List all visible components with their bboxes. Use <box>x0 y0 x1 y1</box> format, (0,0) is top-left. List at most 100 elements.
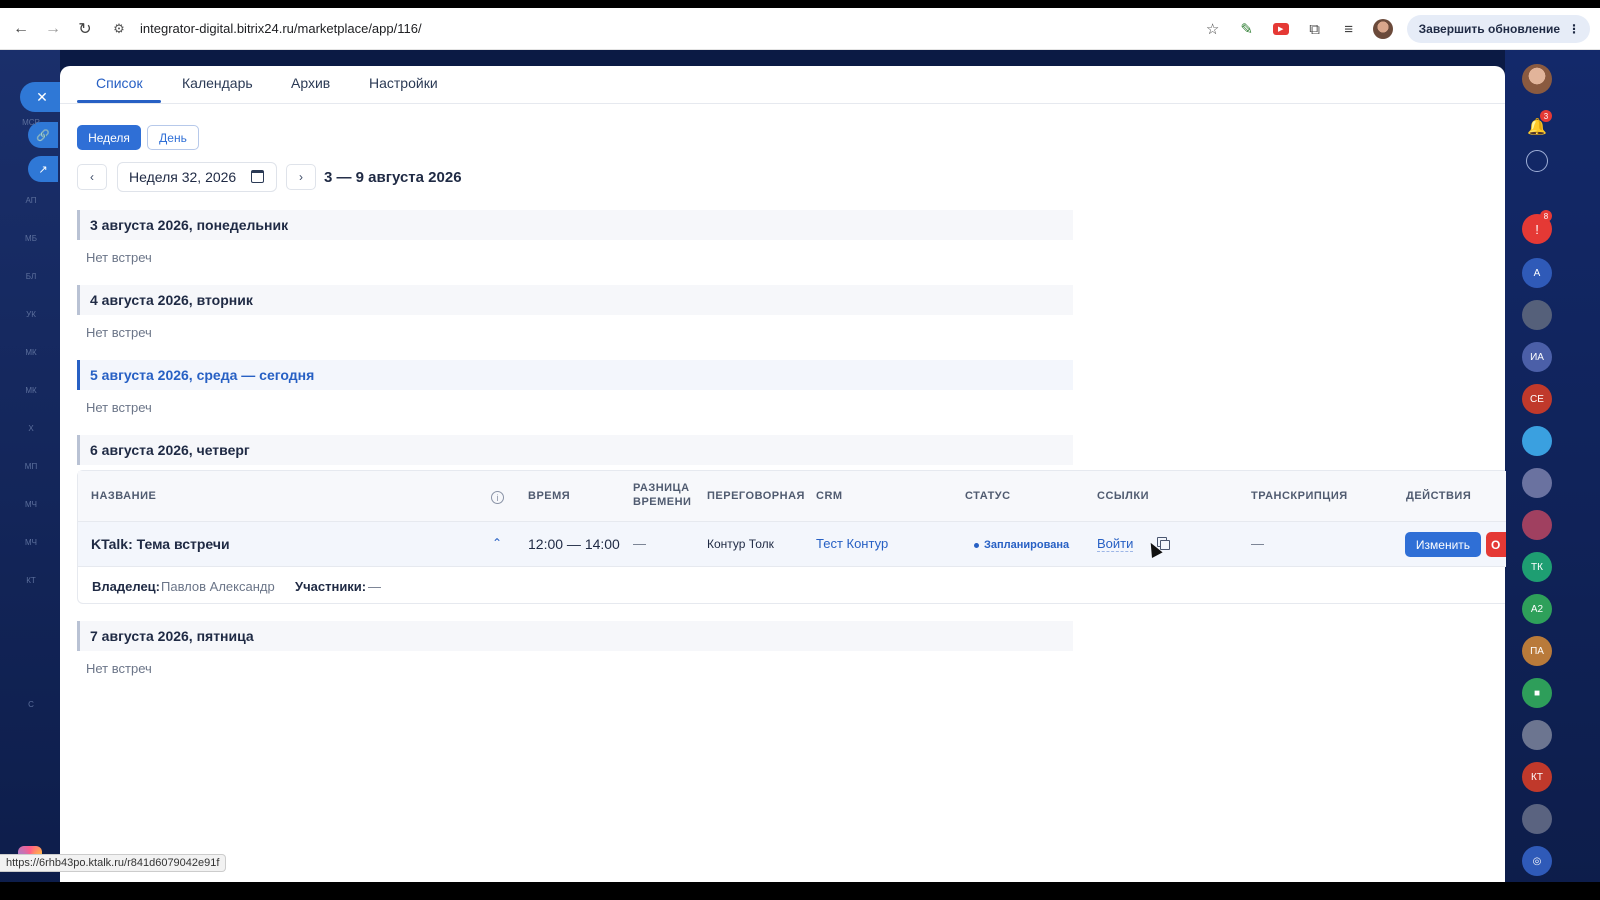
tab-settings[interactable]: Настройки <box>369 75 438 91</box>
info-icon[interactable]: i <box>491 491 504 504</box>
day-view-button[interactable]: День <box>147 125 199 150</box>
contact-avatar[interactable] <box>1522 426 1552 456</box>
tab-bar: Список Календарь Архив Настройки <box>60 66 1505 104</box>
column-time-diff: РАЗНИЦА ВРЕМЕНИ <box>633 481 691 509</box>
sidebar-item[interactable]: УК <box>22 310 40 324</box>
search-icon[interactable] <box>1526 150 1548 172</box>
meeting-title[interactable]: KTalk: Тема встречи <box>91 536 230 552</box>
day-header: 4 августа 2026, вторник <box>77 285 1073 315</box>
status-text: Запланирована <box>984 539 1070 551</box>
column-name: НАЗВАНИЕ <box>91 490 157 502</box>
finish-update-button[interactable]: Завершить обновление ⋮ <box>1406 15 1590 43</box>
tab-archive[interactable]: Архив <box>291 75 330 91</box>
no-meetings-text: Нет встреч <box>86 325 152 340</box>
contact-avatar[interactable] <box>1522 804 1552 834</box>
participants-value: — <box>368 579 381 594</box>
contact-avatar[interactable]: СЕ <box>1522 384 1552 414</box>
back-icon[interactable]: ← <box>10 18 32 40</box>
video-call-icon[interactable]: ■ <box>1522 678 1552 708</box>
sidebar-item[interactable]: МП <box>22 462 40 476</box>
meeting-details: Владелец: Павлов Александр Участники: — <box>78 567 1506 605</box>
day-header: 6 августа 2026, четверг <box>77 435 1073 465</box>
sidebar-item[interactable]: Х <box>22 424 40 438</box>
address-bar[interactable]: ⚙ integrator-digital.bitrix24.ru/marketp… <box>110 14 1190 44</box>
week-picker-value: Неделя 32, 2026 <box>129 169 237 185</box>
status-dot <box>974 542 979 548</box>
crm-link[interactable]: Тест Контур <box>816 536 888 551</box>
sidebar-item[interactable]: МБ <box>22 234 40 248</box>
contact-avatar[interactable]: А <box>1522 258 1552 288</box>
day-header: 7 августа 2026, пятница <box>77 621 1073 651</box>
close-slider-icon[interactable]: ✕ <box>20 82 64 112</box>
no-meetings-text: Нет встреч <box>86 400 152 415</box>
user-avatar[interactable] <box>1522 64 1552 94</box>
reload-icon[interactable]: ↻ <box>74 18 96 40</box>
chat-badge: 8 <box>1540 210 1552 222</box>
open-external-icon[interactable]: ↗ <box>28 156 58 182</box>
join-link[interactable]: Войти <box>1097 536 1134 552</box>
contact-avatar[interactable]: ИА <box>1522 342 1552 372</box>
week-view-button[interactable]: Неделя <box>77 125 141 150</box>
owner-label: Владелец: <box>92 579 160 594</box>
sidebar-item[interactable]: КТ <box>22 576 40 590</box>
browser-profile-avatar[interactable] <box>1372 19 1393 39</box>
sidebar-item[interactable]: АП <box>22 196 40 210</box>
active-tab-indicator <box>77 100 161 103</box>
contact-avatar[interactable]: КТ <box>1522 762 1552 792</box>
chevron-up-icon[interactable]: ⌃ <box>492 536 502 550</box>
contact-avatar[interactable] <box>1522 300 1552 330</box>
contact-avatar[interactable]: ТК <box>1522 552 1552 582</box>
meeting-time: 12:00 — 14:00 <box>528 536 620 552</box>
next-week-button[interactable]: › <box>286 164 316 190</box>
browser-actions: ☆ ✎ ▶ ⧉ ≡ Завершить обновление ⋮ <box>1203 8 1590 50</box>
contact-avatar[interactable]: А2 <box>1522 594 1552 624</box>
participants-label: Участники: <box>295 579 367 594</box>
no-meetings-text: Нет встреч <box>86 661 152 676</box>
bottom-strip <box>0 882 1600 900</box>
contact-avatar[interactable] <box>1522 468 1552 498</box>
forward-icon[interactable]: → <box>42 18 64 40</box>
top-strip <box>0 0 1600 8</box>
column-transcript: ТРАНСКРИПЦИЯ <box>1251 490 1348 502</box>
sidebar-item[interactable]: МК <box>22 348 40 362</box>
meeting-room: Контур Толк <box>707 537 774 551</box>
table-header: НАЗВАНИЕ i ВРЕМЯ РАЗНИЦА ВРЕМЕНИ ПЕРЕГОВ… <box>78 471 1506 522</box>
sidebar-item[interactable]: С <box>22 700 40 714</box>
column-status: СТАТУС <box>965 490 1011 502</box>
prev-week-button[interactable]: ‹ <box>77 164 107 190</box>
sidebar-item[interactable]: БЛ <box>22 272 40 286</box>
contact-avatar[interactable]: ПА <box>1522 636 1552 666</box>
meetings-table: НАЗВАНИЕ i ВРЕМЯ РАЗНИЦА ВРЕМЕНИ ПЕРЕГОВ… <box>77 470 1506 605</box>
edit-button[interactable]: Изменить <box>1405 532 1481 557</box>
tab-calendar[interactable]: Календарь <box>182 75 253 91</box>
sidebar-item[interactable]: МК <box>22 386 40 400</box>
url-text[interactable]: integrator-digital.bitrix24.ru/marketpla… <box>140 21 422 36</box>
week-picker-input[interactable]: Неделя 32, 2026 <box>117 162 277 192</box>
week-range: 3 — 9 августа 2026 <box>324 169 462 186</box>
tab-list[interactable]: Список <box>96 75 143 91</box>
column-time: ВРЕМЯ <box>528 490 571 502</box>
extensions-puzzle-icon[interactable]: ⧉ <box>1305 19 1325 39</box>
media-controls-icon[interactable]: ≡ <box>1339 19 1359 39</box>
site-settings-icon[interactable]: ⚙ <box>110 20 128 38</box>
sidebar-item[interactable]: МСР <box>22 118 40 132</box>
kebab-menu-icon: ⋮ <box>1568 22 1580 36</box>
meeting-time-diff: — <box>633 536 646 551</box>
day-header: 3 августа 2026, понедельник <box>77 210 1073 240</box>
pen-extension-icon[interactable]: ✎ <box>1237 19 1257 39</box>
contact-avatar[interactable] <box>1522 720 1552 750</box>
copilot-icon[interactable]: ◎ <box>1522 846 1552 876</box>
column-time-diff-line2: ВРЕМЕНИ <box>633 496 692 508</box>
contact-avatar[interactable] <box>1522 510 1552 540</box>
table-row[interactable]: KTalk: Тема встречи ⌃ 12:00 — 14:00 — Ко… <box>78 522 1506 567</box>
calendar-icon[interactable] <box>251 170 264 183</box>
owner-name: Павлов Александр <box>161 579 275 594</box>
youtube-extension-icon[interactable]: ▶ <box>1271 19 1291 39</box>
cancel-meeting-button[interactable]: О <box>1486 532 1506 557</box>
right-sidebar <box>1505 50 1600 900</box>
column-links: ССЫЛКИ <box>1097 490 1149 502</box>
sidebar-item[interactable]: МЧ <box>22 538 40 552</box>
sidebar-item[interactable]: МЧ <box>22 500 40 514</box>
bookmark-star-icon[interactable]: ☆ <box>1203 19 1223 39</box>
app-panel: Список Календарь Архив Настройки Неделя … <box>60 66 1506 900</box>
